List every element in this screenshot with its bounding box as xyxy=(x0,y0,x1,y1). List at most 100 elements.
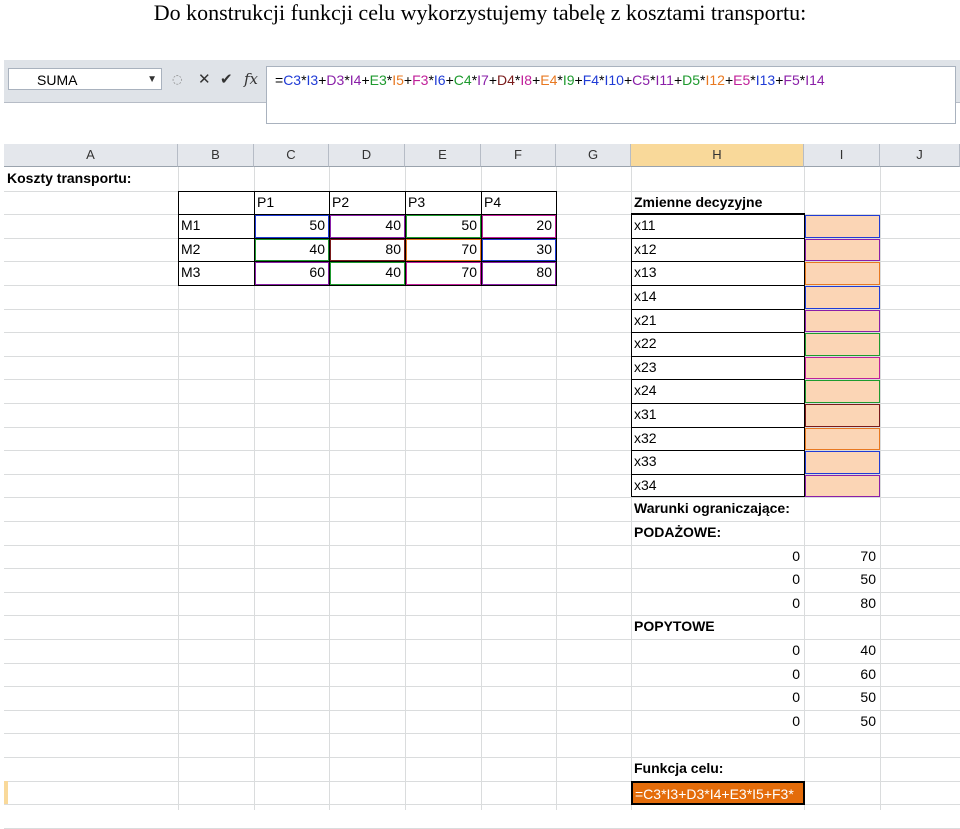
formula-bar: SUMA ▼ ◌ ✕ ✔ fx =C3*I3+D3*I4+E3*I5+F3*I6… xyxy=(4,60,960,124)
confirm-icon[interactable]: ✔ xyxy=(220,70,233,88)
formula-reference xyxy=(805,380,880,403)
demand-title: POPYTOWE xyxy=(634,618,715,635)
decision-var-label: x23 xyxy=(634,358,657,375)
column-header-e[interactable]: E xyxy=(405,144,481,167)
formula-token: C5 xyxy=(632,72,651,88)
table-row-border xyxy=(631,332,804,334)
column-header-j[interactable]: J xyxy=(880,144,960,167)
constraint-lhs: 0 xyxy=(792,571,800,588)
table-row-border xyxy=(631,237,804,239)
formula-reference xyxy=(805,215,880,238)
column-header-i[interactable]: I xyxy=(804,144,880,167)
formula-token: D4 xyxy=(497,72,515,88)
formula-reference xyxy=(805,333,880,356)
gridline xyxy=(4,757,960,758)
constraint-rhs: 40 xyxy=(860,642,876,658)
formula-token: = xyxy=(275,72,284,88)
formula-token: + xyxy=(361,72,370,88)
formula-reference xyxy=(330,238,405,262)
formula-reference xyxy=(255,238,329,262)
table-row-border xyxy=(631,426,804,428)
constraint-lhs: 0 xyxy=(792,594,800,611)
formula-reference xyxy=(255,262,329,285)
constraint-rhs: 50 xyxy=(860,712,876,729)
formula-token: + xyxy=(403,72,413,88)
formula-reference xyxy=(406,262,481,285)
decision-var-label: x24 xyxy=(634,382,657,399)
caption-text: Do konstrukcji funkcji celu wykorzystuje… xyxy=(153,0,807,25)
formula-reference xyxy=(805,238,880,262)
column-header-d[interactable]: D xyxy=(329,144,405,167)
formula-reference xyxy=(482,262,556,285)
name-box[interactable]: SUMA ▼ xyxy=(8,68,162,90)
decision-var-label: x11 xyxy=(634,217,656,234)
spreadsheet-grid: A B C D E F G H I J Koszty transportu: P1 P2 P3 P4 M1 50… xyxy=(4,144,960,829)
formula-reference xyxy=(330,215,405,238)
column-header-c[interactable]: C xyxy=(254,144,329,167)
formula-reference xyxy=(805,286,880,309)
column-header-b[interactable]: B xyxy=(178,144,254,167)
resize-handle-icon[interactable]: ◌ xyxy=(172,72,182,86)
table-row-border xyxy=(631,355,804,357)
gridline xyxy=(4,733,960,735)
objective-title: Funkcja celu: xyxy=(634,760,724,776)
supply-title: PODAŻOWE: xyxy=(634,524,722,540)
formula-token: + xyxy=(445,72,454,88)
name-box-value: SUMA xyxy=(37,72,78,88)
formula-token: C3 xyxy=(283,72,302,88)
section-title: Koszty transportu: xyxy=(7,170,132,186)
table-row-border xyxy=(631,308,804,310)
table-row-border xyxy=(631,379,804,381)
column-header-h[interactable]: H xyxy=(631,144,804,167)
formula-reference xyxy=(482,215,556,238)
formula-token: I7 xyxy=(477,72,489,88)
formula-reference xyxy=(255,215,329,238)
table-header: P2 xyxy=(332,193,350,210)
insert-function-icon[interactable]: fx xyxy=(244,70,258,88)
formula-token: F4 xyxy=(582,72,600,88)
table-row-border xyxy=(631,261,804,263)
column-header-a[interactable]: A xyxy=(4,144,178,167)
formula-reference xyxy=(805,309,880,333)
formula-token: I14 xyxy=(805,72,825,88)
formula-token: F3 xyxy=(412,72,429,88)
constraint-lhs: 0 xyxy=(792,689,800,706)
chevron-down-icon[interactable]: ▼ xyxy=(147,69,157,91)
column-header-g[interactable]: G xyxy=(556,144,631,167)
formula-reference xyxy=(805,427,880,451)
formula-reference xyxy=(406,215,481,238)
table-row-border xyxy=(631,450,804,452)
formula-token: + xyxy=(724,72,734,88)
decision-var-label: x31 xyxy=(634,406,657,422)
formula-token: I12 xyxy=(705,72,725,88)
decision-header: Zmienne decyzyjne xyxy=(634,193,763,210)
row-label: M2 xyxy=(181,240,201,257)
table-row-border xyxy=(631,403,804,404)
decision-var-label: x14 xyxy=(634,288,657,304)
formula-token: I9 xyxy=(562,72,575,88)
table-row-border xyxy=(631,473,804,475)
formula-input[interactable]: =C3*I3+D3*I4+E3*I5+F3*I6+C4*I7+D4*I8+E4*… xyxy=(266,66,956,124)
formula-token: + xyxy=(488,72,498,88)
constraint-rhs: 50 xyxy=(860,571,876,588)
decision-var-label: x22 xyxy=(634,335,657,352)
formula-token: D3 xyxy=(326,72,345,88)
decision-var-label: x12 xyxy=(634,240,657,257)
constraint-lhs: 0 xyxy=(792,642,800,658)
formula-reference xyxy=(805,474,880,498)
cancel-icon[interactable]: ✕ xyxy=(198,70,211,88)
constraint-lhs: 0 xyxy=(792,665,800,682)
column-header-f[interactable]: F xyxy=(481,144,556,167)
constraints-title: Warunki ograniczające: xyxy=(634,500,790,517)
constraint-rhs: 80 xyxy=(860,594,876,611)
excel-window: SUMA ▼ ◌ ✕ ✔ fx =C3*I3+D3*I4+E3*I5+F3* I 6… xyxy=(4,60,960,829)
formula-token: F5 xyxy=(783,72,800,88)
constraint-rhs: 50 xyxy=(860,689,876,706)
objective-cell[interactable]: =C3*I3+D3*I4+E3*I5+F3* xyxy=(631,780,805,806)
constraint-rhs: 60 xyxy=(860,665,876,682)
constraint-lhs: 0 xyxy=(792,547,800,564)
formula-reference xyxy=(482,238,556,262)
formula-reference xyxy=(330,262,405,285)
table-row-border xyxy=(631,214,804,216)
formula-token: I8 xyxy=(520,72,533,88)
